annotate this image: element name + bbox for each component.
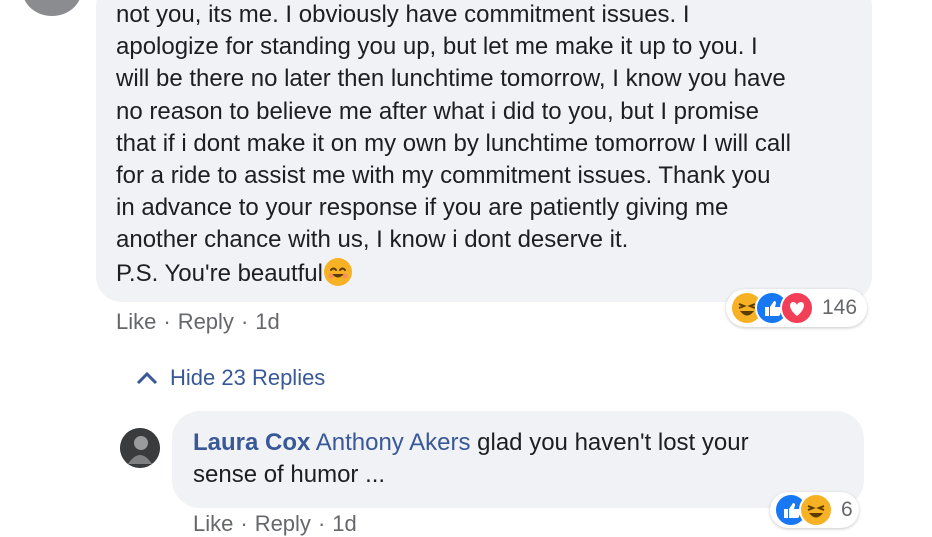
reaction-count: 6 — [841, 498, 853, 521]
reply-text-line2: sense of humor ... — [193, 461, 386, 488]
comment-line: in advance to your response if you are p… — [116, 194, 729, 222]
comment-line: that if i dont make it on my own by lunc… — [116, 129, 791, 157]
comment-line: another chance with us, I know i dont de… — [116, 226, 629, 254]
reply-avatar[interactable] — [120, 428, 160, 468]
chevron-up-icon — [136, 371, 158, 385]
separator: · — [240, 309, 249, 334]
commenter-avatar[interactable] — [22, 0, 82, 16]
reply-reactions[interactable]: 6 — [770, 492, 859, 528]
comment-ps-text: P.S. You're beautful — [116, 259, 323, 287]
reply-author-link[interactable]: Laura Cox — [193, 429, 310, 456]
comment-body: not you, its me. I obviously have commit… — [116, 0, 856, 290]
hide-replies-label: Hide 23 Replies — [170, 365, 326, 390]
comment-line: no reason to believe me after what i did… — [116, 97, 760, 125]
reply-actions: Like · Reply · 1d — [193, 511, 357, 537]
reply-text-line1: glad you haven't lost your — [477, 429, 749, 456]
reply-body: Laura Cox Anthony Akers glad you haven't… — [193, 427, 853, 491]
reply-mention-link[interactable]: Anthony Akers — [316, 429, 471, 456]
comment-line: for a ride to assist me with my commitme… — [116, 162, 771, 190]
love-icon — [780, 291, 814, 325]
comment-reactions[interactable]: 146 — [726, 289, 868, 327]
separator: · — [163, 309, 171, 334]
reaction-count: 146 — [822, 296, 858, 319]
smiling-emoji-icon — [324, 257, 352, 286]
hide-replies-button[interactable]: Hide 23 Replies — [136, 365, 325, 391]
comment-actions: Like · Reply · 1d — [116, 309, 280, 335]
haha-icon — [799, 493, 833, 527]
comment-line: not you, its me. I obviously have commit… — [116, 1, 690, 28]
reply-link[interactable]: Reply — [178, 309, 234, 334]
timestamp[interactable]: 1d — [255, 309, 279, 334]
comment-line: apologize for standing you up, but let m… — [116, 33, 758, 61]
comment-line: will be there no later then lunchtime to… — [116, 65, 786, 93]
comment-ps-line: P.S. You're beautful — [116, 257, 856, 290]
like-link[interactable]: Like — [116, 309, 156, 334]
